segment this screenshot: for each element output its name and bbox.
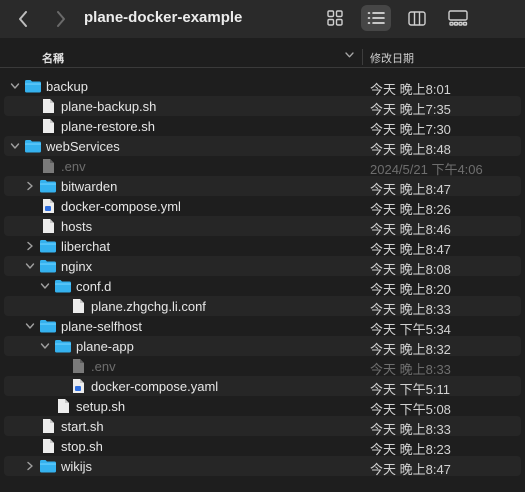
item-name: .env [61, 159, 86, 174]
item-name: plane-selfhost [61, 319, 142, 334]
back-button[interactable] [12, 8, 34, 30]
gallery-view-icon [448, 10, 468, 26]
file-icon [73, 299, 84, 313]
file-row[interactable]: plane.zhgchg.li.conf 今天 晚上8:33 [4, 296, 521, 317]
item-name: webServices [46, 139, 120, 154]
file-row[interactable]: stop.sh 今天 晚上8:23 [4, 436, 521, 457]
folder-row[interactable]: liberchat 今天 晚上8:47 [4, 236, 521, 257]
window-title: plane-docker-example [84, 9, 243, 26]
file-row[interactable]: hosts 今天 晚上8:46 [4, 216, 521, 237]
item-name: plane-restore.sh [61, 119, 155, 134]
date-column-header[interactable]: 修改日期 [370, 50, 414, 66]
item-name: plane-backup.sh [61, 99, 157, 114]
item-name: liberchat [61, 239, 111, 254]
item-name: docker-compose.yaml [91, 379, 219, 394]
folder-row[interactable]: webServices 今天 晚上8:48 [4, 136, 521, 157]
file-icon [43, 439, 54, 453]
folder-icon [40, 260, 56, 273]
item-name: bitwarden [61, 179, 118, 194]
folder-icon [40, 460, 56, 473]
name-column-header[interactable]: 名稱 [42, 50, 64, 66]
item-name: nginx [61, 259, 93, 274]
list-view-icon [367, 12, 385, 24]
folder-row[interactable]: bitwarden 今天 晚上8:47 [4, 176, 521, 197]
folder-row[interactable]: nginx 今天 晚上8:08 [4, 256, 521, 277]
file-row[interactable]: docker-compose.yml 今天 晚上8:26 [4, 196, 521, 217]
item-date: 今天 晚上8:47 [370, 462, 451, 477]
icons-view-button[interactable] [320, 5, 350, 31]
hidden-file-icon [73, 359, 84, 373]
file-icon [58, 399, 69, 413]
file-icon [43, 419, 54, 433]
toolbar: plane-docker-example [0, 0, 525, 38]
item-name: backup [46, 79, 88, 94]
folder-icon [25, 80, 41, 93]
file-row[interactable]: plane-restore.sh 今天 晚上7:30 [4, 116, 521, 137]
sort-chevron-icon[interactable] [345, 52, 354, 58]
folder-icon [55, 340, 71, 353]
folder-icon [40, 320, 56, 333]
item-name: setup.sh [76, 399, 126, 414]
forward-button[interactable] [50, 8, 72, 30]
disclosure-expanded-icon[interactable] [40, 341, 50, 351]
folder-icon [40, 240, 56, 253]
disclosure-collapsed-icon[interactable] [25, 181, 35, 191]
item-name: start.sh [61, 419, 104, 434]
disclosure-expanded-icon[interactable] [25, 321, 35, 331]
yaml-file-icon [73, 379, 84, 393]
chevron-left-icon [19, 11, 27, 27]
gallery-view-button[interactable] [443, 5, 473, 31]
folder-icon [25, 140, 41, 153]
folder-row[interactable]: wikijs 今天 晚上8:47 [4, 456, 521, 477]
file-list: backup 今天 晚上8:01 plane-backup.sh 今天 晚上7:35 p… [0, 76, 525, 477]
item-name: docker-compose.yml [61, 199, 181, 214]
hidden-file-icon [43, 159, 54, 173]
column-divider[interactable] [362, 49, 363, 65]
file-icon [43, 99, 54, 113]
item-name: conf.d [76, 279, 112, 294]
folder-row[interactable]: plane-selfhost 今天 下午5:34 [4, 316, 521, 337]
columns-view-icon [408, 10, 426, 26]
disclosure-expanded-icon[interactable] [10, 81, 20, 91]
item-name: stop.sh [61, 439, 103, 454]
disclosure-collapsed-icon[interactable] [25, 461, 35, 471]
file-row[interactable]: start.sh 今天 晚上8:33 [4, 416, 521, 437]
folder-row[interactable]: backup 今天 晚上8:01 [4, 76, 521, 97]
file-row[interactable]: .env 2024/5/21 下午4:06 [4, 156, 521, 177]
column-header: 名稱 修改日期 [0, 46, 525, 68]
file-row[interactable]: plane-backup.sh 今天 晚上7:35 [4, 96, 521, 117]
folder-icon [40, 180, 56, 193]
chevron-right-icon [57, 11, 65, 27]
file-row[interactable]: setup.sh 今天 下午5:08 [4, 396, 521, 417]
columns-view-button[interactable] [402, 5, 432, 31]
file-row[interactable]: docker-compose.yaml 今天 下午5:11 [4, 376, 521, 397]
list-view-button[interactable] [361, 5, 391, 31]
file-icon [43, 119, 54, 133]
item-name: .env [91, 359, 116, 374]
file-icon [43, 219, 54, 233]
item-name: plane-app [76, 339, 134, 354]
disclosure-expanded-icon[interactable] [25, 261, 35, 271]
disclosure-collapsed-icon[interactable] [25, 241, 35, 251]
folder-row[interactable]: plane-app 今天 晚上8:32 [4, 336, 521, 357]
disclosure-expanded-icon[interactable] [40, 281, 50, 291]
item-name: hosts [61, 219, 93, 234]
disclosure-expanded-icon[interactable] [10, 141, 20, 151]
icons-view-icon [327, 10, 343, 26]
item-name: plane.zhgchg.li.conf [91, 299, 206, 314]
item-name: wikijs [61, 459, 93, 474]
yaml-file-icon [43, 199, 54, 213]
folder-row[interactable]: conf.d 今天 晚上8:20 [4, 276, 521, 297]
file-row[interactable]: .env 今天 晚上8:33 [4, 356, 521, 377]
folder-icon [55, 280, 71, 293]
